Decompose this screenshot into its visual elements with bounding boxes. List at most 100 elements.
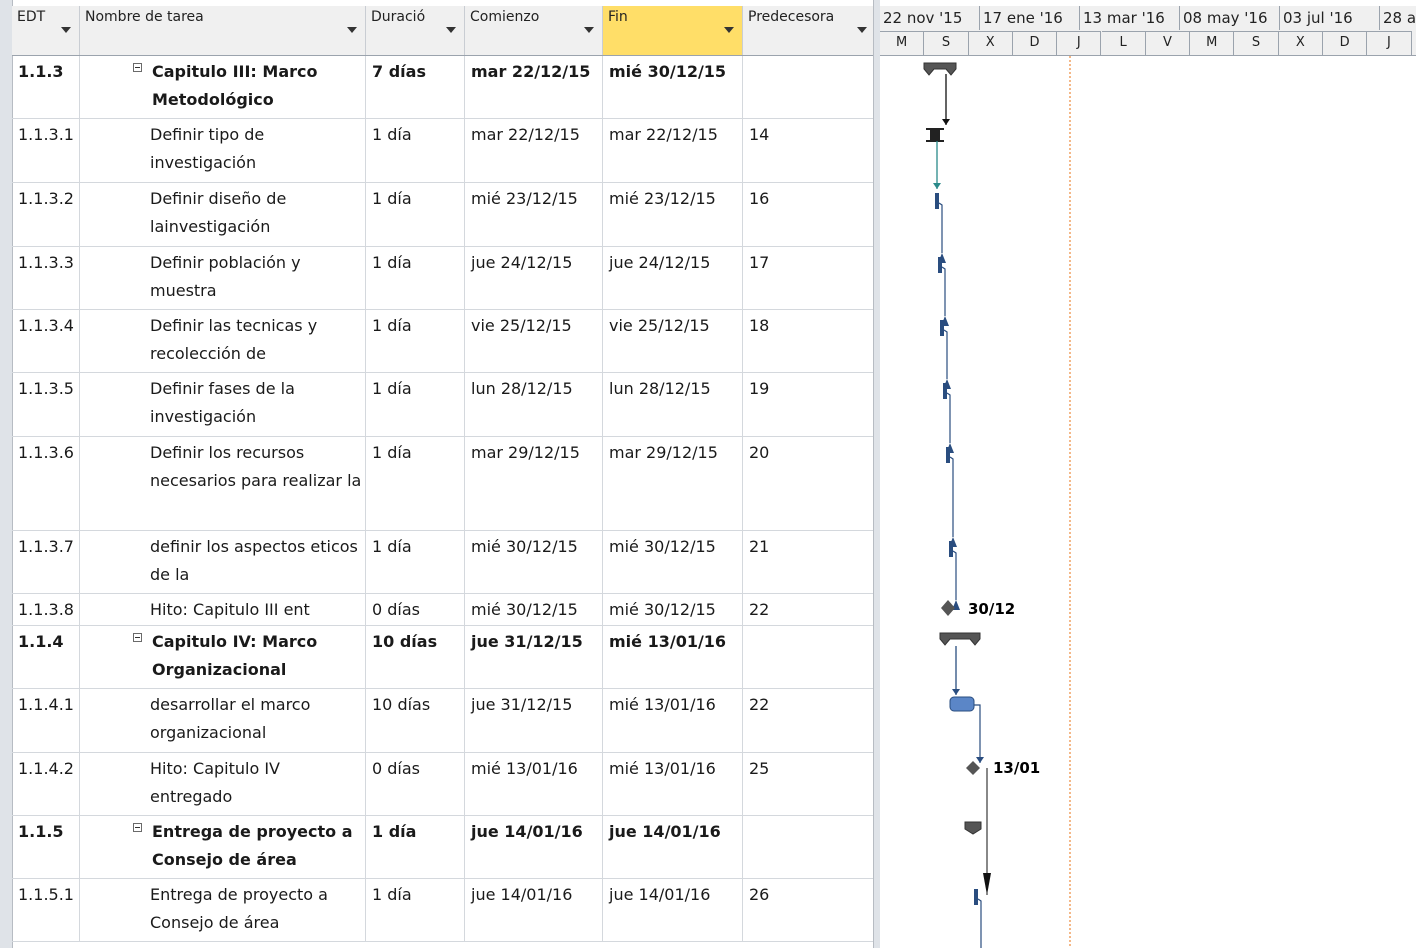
cell-duration[interactable]: 1 día [366, 437, 465, 530]
cell-duration[interactable]: 1 día [366, 183, 465, 246]
cell-task-name[interactable]: definir los aspectos eticos de la [80, 531, 366, 593]
cell-end[interactable]: mié 13/01/16 [603, 753, 743, 815]
cell-edt[interactable]: 1.1.4 [12, 626, 80, 688]
collapse-toggle-icon[interactable] [133, 633, 142, 642]
cell-duration[interactable]: 7 días [366, 56, 465, 118]
cell-predecessor[interactable] [743, 816, 876, 878]
cell-end[interactable]: jue 14/01/16 [603, 879, 743, 941]
cell-task-name[interactable]: Definir diseño de lainvestigación [80, 183, 366, 246]
cell-duration[interactable]: 1 día [366, 373, 465, 436]
column-header-start[interactable]: Comienzo [465, 6, 603, 55]
column-header-end[interactable]: Fin [603, 6, 743, 55]
cell-task-name[interactable]: Definir las tecnicas y recolección de [80, 310, 366, 372]
collapse-toggle-icon[interactable] [133, 823, 142, 832]
cell-end[interactable]: lun 28/12/15 [603, 373, 743, 436]
cell-edt[interactable]: 1.1.3 [12, 56, 80, 118]
cell-predecessor[interactable]: 17 [743, 247, 876, 309]
cell-end[interactable]: mar 22/12/15 [603, 119, 743, 182]
task-row[interactable]: 1.1.3.6 Definir los recursos necesarios p… [12, 437, 876, 531]
cell-end[interactable]: jue 14/01/16 [603, 816, 743, 878]
cell-predecessor[interactable]: 14 [743, 119, 876, 182]
collapse-toggle-icon[interactable] [133, 63, 142, 72]
cell-end[interactable]: mié 13/01/16 [603, 626, 743, 688]
cell-duration[interactable]: 0 días [366, 594, 465, 625]
summary-task-row[interactable]: 1.1.4 Capitulo IV: Marco Organizacional 10… [12, 626, 876, 689]
task-row[interactable]: 1.1.3.7 definir los aspectos eticos de la… [12, 531, 876, 594]
cell-task-name[interactable]: Definir población y muestra [80, 247, 366, 309]
cell-predecessor[interactable]: 16 [743, 183, 876, 246]
cell-duration[interactable]: 1 día [366, 816, 465, 878]
cell-start[interactable]: jue 31/12/15 [465, 689, 603, 752]
cell-start[interactable]: vie 25/12/15 [465, 310, 603, 372]
cell-end[interactable]: mar 29/12/15 [603, 437, 743, 530]
task-row[interactable]: 1.1.4.1 desarrollar el marco organizacion… [12, 689, 876, 753]
cell-start[interactable]: jue 14/01/16 [465, 879, 603, 941]
cell-duration[interactable]: 1 día [366, 879, 465, 941]
cell-end[interactable]: mié 30/12/15 [603, 594, 743, 625]
task-row[interactable]: 1.1.3.4 Definir las tecnicas y recolecció… [12, 310, 876, 373]
cell-edt[interactable]: 1.1.3.7 [12, 531, 80, 593]
cell-predecessor[interactable]: 22 [743, 689, 876, 752]
cell-predecessor[interactable] [743, 626, 876, 688]
cell-start[interactable]: mié 30/12/15 [465, 594, 603, 625]
column-header-duration[interactable]: Duració [366, 6, 465, 55]
cell-edt[interactable]: 1.1.4.1 [12, 689, 80, 752]
cell-task-name[interactable]: Entrega de proyecto a Consejo de área [80, 879, 366, 941]
cell-duration[interactable]: 1 día [366, 119, 465, 182]
filter-dropdown-icon[interactable] [347, 27, 357, 33]
cell-edt[interactable]: 1.1.5.1 [12, 879, 80, 941]
cell-task-name[interactable]: desarrollar el marco organizacional [80, 689, 366, 752]
cell-task-name[interactable]: Entrega de proyecto a Consejo de área [80, 816, 366, 878]
cell-start[interactable]: mié 13/01/16 [465, 753, 603, 815]
summary-task-row[interactable]: 1.1.5 Entrega de proyecto a Consejo de ár… [12, 816, 876, 879]
cell-duration[interactable]: 10 días [366, 689, 465, 752]
cell-task-name[interactable]: Hito: Capitulo III ent [80, 594, 366, 625]
task-row[interactable]: 1.1.3.1 Definir tipo de investigación 1 dí… [12, 119, 876, 183]
filter-dropdown-icon[interactable] [584, 27, 594, 33]
cell-predecessor[interactable] [743, 56, 876, 118]
summary-task-row[interactable]: 1.1.3 Capitulo III: Marco Metodológico 7 d… [12, 56, 876, 119]
cell-predecessor[interactable]: 25 [743, 753, 876, 815]
cell-start[interactable]: mié 23/12/15 [465, 183, 603, 246]
cell-end[interactable]: jue 24/12/15 [603, 247, 743, 309]
cell-task-name[interactable]: Definir fases de la investigación [80, 373, 366, 436]
task-row[interactable]: 1.1.3.8 Hito: Capitulo III ent 0 días mié 3… [12, 594, 876, 626]
task-row[interactable]: 1.1.3.3 Definir población y muestra 1 día j… [12, 247, 876, 310]
cell-start[interactable]: jue 31/12/15 [465, 626, 603, 688]
cell-edt[interactable]: 1.1.3.5 [12, 373, 80, 436]
column-header-edt[interactable]: EDT [12, 6, 80, 55]
task-row[interactable]: 1.1.3.2 Definir diseño de lainvestigación… [12, 183, 876, 247]
cell-predecessor[interactable]: 18 [743, 310, 876, 372]
cell-start[interactable]: jue 24/12/15 [465, 247, 603, 309]
filter-dropdown-icon[interactable] [61, 27, 71, 33]
cell-predecessor[interactable]: 26 [743, 879, 876, 941]
filter-dropdown-icon[interactable] [857, 27, 867, 33]
cell-predecessor[interactable]: 21 [743, 531, 876, 593]
cell-edt[interactable]: 1.1.4.2 [12, 753, 80, 815]
cell-end[interactable]: mié 30/12/15 [603, 56, 743, 118]
cell-duration[interactable]: 1 día [366, 247, 465, 309]
cell-start[interactable]: jue 14/01/16 [465, 816, 603, 878]
cell-edt[interactable]: 1.1.5 [12, 816, 80, 878]
task-row[interactable]: 1.1.3.5 Definir fases de la investigación… [12, 373, 876, 437]
cell-end[interactable]: mié 13/01/16 [603, 689, 743, 752]
cell-start[interactable]: mié 30/12/15 [465, 531, 603, 593]
task-row[interactable]: 1.1.4.2 Hito: Capitulo IV entregado 0 días… [12, 753, 876, 816]
task-row[interactable]: 1.1.5.1 Entrega de proyecto a Consejo de … [12, 879, 876, 942]
cell-task-name[interactable]: Capitulo III: Marco Metodológico [80, 56, 366, 118]
filter-dropdown-icon[interactable] [724, 27, 734, 33]
column-header-predecessor[interactable]: Predecesora [743, 6, 876, 55]
filter-dropdown-icon[interactable] [446, 27, 456, 33]
cell-duration[interactable]: 0 días [366, 753, 465, 815]
column-header-task-name[interactable]: Nombre de tarea [80, 6, 366, 55]
cell-edt[interactable]: 1.1.3.3 [12, 247, 80, 309]
cell-duration[interactable]: 10 días [366, 626, 465, 688]
cell-start[interactable]: lun 28/12/15 [465, 373, 603, 436]
cell-end[interactable]: vie 25/12/15 [603, 310, 743, 372]
cell-edt[interactable]: 1.1.3.1 [12, 119, 80, 182]
cell-edt[interactable]: 1.1.3.4 [12, 310, 80, 372]
cell-task-name[interactable]: Definir tipo de investigación [80, 119, 366, 182]
cell-task-name[interactable]: Hito: Capitulo IV entregado [80, 753, 366, 815]
cell-edt[interactable]: 1.1.3.6 [12, 437, 80, 530]
cell-start[interactable]: mar 22/12/15 [465, 56, 603, 118]
